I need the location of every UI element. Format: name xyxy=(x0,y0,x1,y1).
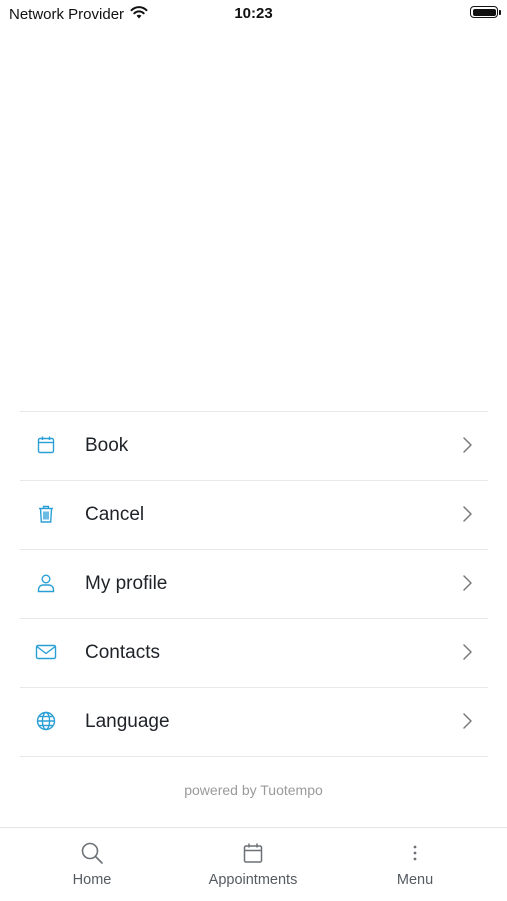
tab-menu[interactable]: Menu xyxy=(335,828,495,901)
status-bar: Network Provider 10:23 xyxy=(0,0,507,30)
user-icon xyxy=(35,572,57,594)
menu-item-label: Cancel xyxy=(85,504,145,525)
menu-item-label: Book xyxy=(85,435,129,456)
globe-icon xyxy=(35,710,57,732)
menu-item-language[interactable]: Language xyxy=(20,688,488,757)
chevron-right-icon xyxy=(460,435,474,455)
tab-label: Home xyxy=(72,872,112,888)
calendar-icon xyxy=(240,840,266,866)
status-right xyxy=(470,6,501,18)
menu-list: Book Cancel My profile Contacts Language xyxy=(20,411,488,757)
chevron-right-icon xyxy=(460,573,474,593)
bottom-tab-bar: Home Appointments Menu xyxy=(0,827,507,901)
chevron-right-icon xyxy=(460,711,474,731)
menu-item-label: My profile xyxy=(85,573,168,594)
tab-label: Menu xyxy=(396,872,434,888)
menu-item-book[interactable]: Book xyxy=(20,412,488,481)
tab-appointments[interactable]: Appointments xyxy=(173,828,333,901)
trash-icon xyxy=(35,503,57,525)
status-time: 10:23 xyxy=(234,5,273,22)
battery-fill xyxy=(472,8,496,16)
menu-item-contacts[interactable]: Contacts xyxy=(20,619,488,688)
powered-by-text: powered by Tuotempo xyxy=(184,782,323,798)
search-icon xyxy=(79,840,105,866)
calendar-icon xyxy=(35,434,57,456)
menu-item-label: Contacts xyxy=(85,642,160,663)
more-vertical-icon xyxy=(402,840,428,866)
menu-item-label: Language xyxy=(85,711,170,732)
chevron-right-icon xyxy=(460,642,474,662)
battery-icon xyxy=(470,6,501,18)
tab-label: Appointments xyxy=(208,872,298,888)
chevron-right-icon xyxy=(460,504,474,524)
tab-home[interactable]: Home xyxy=(12,828,172,901)
menu-item-my-profile[interactable]: My profile xyxy=(20,550,488,619)
envelope-icon xyxy=(35,641,57,663)
menu-item-cancel[interactable]: Cancel xyxy=(20,481,488,550)
